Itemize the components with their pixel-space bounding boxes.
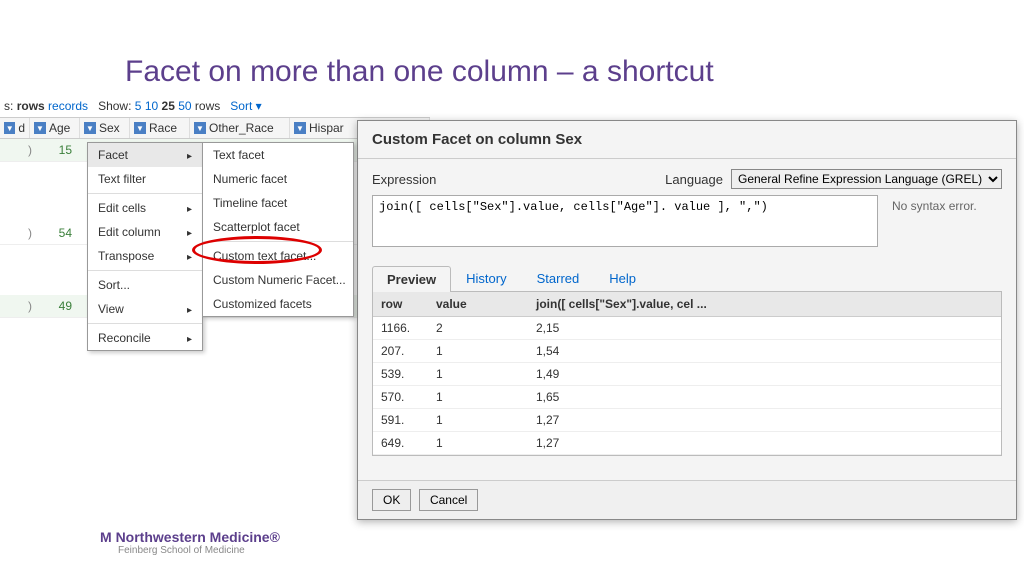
dropdown-icon[interactable] <box>4 122 15 134</box>
col-header-other-race[interactable]: Other_Race <box>190 118 290 138</box>
menu-text-filter[interactable]: Text filter <box>88 167 202 191</box>
menu-reconcile[interactable]: Reconcile <box>88 326 202 350</box>
preview-row: 570.11,65 <box>373 386 1001 409</box>
chevron-right-icon <box>187 302 192 316</box>
sort-dropdown[interactable]: Sort ▾ <box>230 99 261 113</box>
col-header-sex[interactable]: Sex <box>80 118 130 138</box>
syntax-status: No syntax error. <box>892 195 1002 247</box>
dialog-tabs: Preview History Starred Help <box>372 265 1002 292</box>
column-context-menu: Facet Text filter Edit cells Edit column… <box>87 142 203 351</box>
dropdown-icon[interactable] <box>294 122 306 134</box>
menu-separator <box>88 193 202 194</box>
preview-table[interactable]: row value join([ cells["Sex"].value, cel… <box>372 292 1002 456</box>
toolbar-prefix: s: <box>4 99 13 113</box>
col-header-age[interactable]: Age <box>30 118 80 138</box>
menu-separator <box>88 323 202 324</box>
submenu-scatterplot-facet[interactable]: Scatterplot facet <box>203 215 353 239</box>
col-header-race[interactable]: Race <box>130 118 190 138</box>
submenu-customized-facets[interactable]: Customized facets <box>203 292 353 316</box>
preview-row: 591.11,27 <box>373 409 1001 432</box>
menu-facet[interactable]: Facet <box>88 143 202 167</box>
menu-separator <box>203 241 353 242</box>
preview-row: 649.11,27 <box>373 432 1001 455</box>
ok-button[interactable]: OK <box>372 489 411 511</box>
dropdown-icon[interactable] <box>194 122 206 134</box>
preview-row: 539.11,49 <box>373 363 1001 386</box>
menu-transpose[interactable]: Transpose <box>88 244 202 268</box>
expression-input[interactable] <box>372 195 878 247</box>
show-option-5[interactable]: 5 <box>135 99 142 113</box>
tab-help[interactable]: Help <box>594 265 651 291</box>
chevron-right-icon <box>187 148 192 162</box>
chevron-right-icon <box>187 225 192 239</box>
dialog-title: Custom Facet on column Sex <box>358 121 1016 159</box>
dialog-footer: OK Cancel <box>358 480 1016 519</box>
rows-label: rows <box>17 99 45 113</box>
slide-title: Facet on more than one column – a shortc… <box>125 55 714 89</box>
preview-row: 1166.22,15 <box>373 317 1001 340</box>
menu-edit-cells[interactable]: Edit cells <box>88 196 202 220</box>
language-select[interactable]: General Refine Expression Language (GREL… <box>731 169 1002 189</box>
tab-preview[interactable]: Preview <box>372 266 451 292</box>
show-option-25[interactable]: 25 <box>162 99 175 113</box>
expression-label: Expression <box>372 172 436 187</box>
menu-view[interactable]: View <box>88 297 202 321</box>
menu-sort[interactable]: Sort... <box>88 273 202 297</box>
show-option-10[interactable]: 10 <box>145 99 158 113</box>
preview-row: 207.11,54 <box>373 340 1001 363</box>
show-label: Show: <box>98 99 131 113</box>
submenu-timeline-facet[interactable]: Timeline facet <box>203 191 353 215</box>
grid-toolbar: s: rows records Show: 5 10 25 50 rows So… <box>0 95 430 117</box>
cancel-button[interactable]: Cancel <box>419 489 478 511</box>
submenu-custom-text-facet[interactable]: Custom text facet... <box>203 244 353 268</box>
show-option-50[interactable]: 50 <box>178 99 191 113</box>
records-link[interactable]: records <box>48 99 88 113</box>
custom-facet-dialog: Custom Facet on column Sex Expression La… <box>357 120 1017 520</box>
submenu-numeric-facet[interactable]: Numeric facet <box>203 167 353 191</box>
menu-edit-column[interactable]: Edit column <box>88 220 202 244</box>
tab-history[interactable]: History <box>451 265 521 291</box>
chevron-right-icon <box>187 249 192 263</box>
submenu-custom-numeric-facet[interactable]: Custom Numeric Facet... <box>203 268 353 292</box>
tab-starred[interactable]: Starred <box>522 265 595 291</box>
footer-logo: M Northwestern Medicine® Feinberg School… <box>100 529 280 556</box>
chevron-right-icon <box>187 331 192 345</box>
facet-submenu: Text facet Numeric facet Timeline facet … <box>202 142 354 317</box>
dropdown-icon[interactable] <box>84 122 96 134</box>
dropdown-icon[interactable] <box>34 122 46 134</box>
language-label: Language <box>665 172 723 187</box>
submenu-text-facet[interactable]: Text facet <box>203 143 353 167</box>
preview-header-row: row value join([ cells["Sex"].value, cel… <box>373 292 1001 317</box>
dropdown-icon[interactable] <box>134 122 146 134</box>
rows-suffix: rows <box>195 99 220 113</box>
chevron-right-icon <box>187 201 192 215</box>
menu-separator <box>88 270 202 271</box>
col-header-d[interactable]: d <box>0 118 30 138</box>
